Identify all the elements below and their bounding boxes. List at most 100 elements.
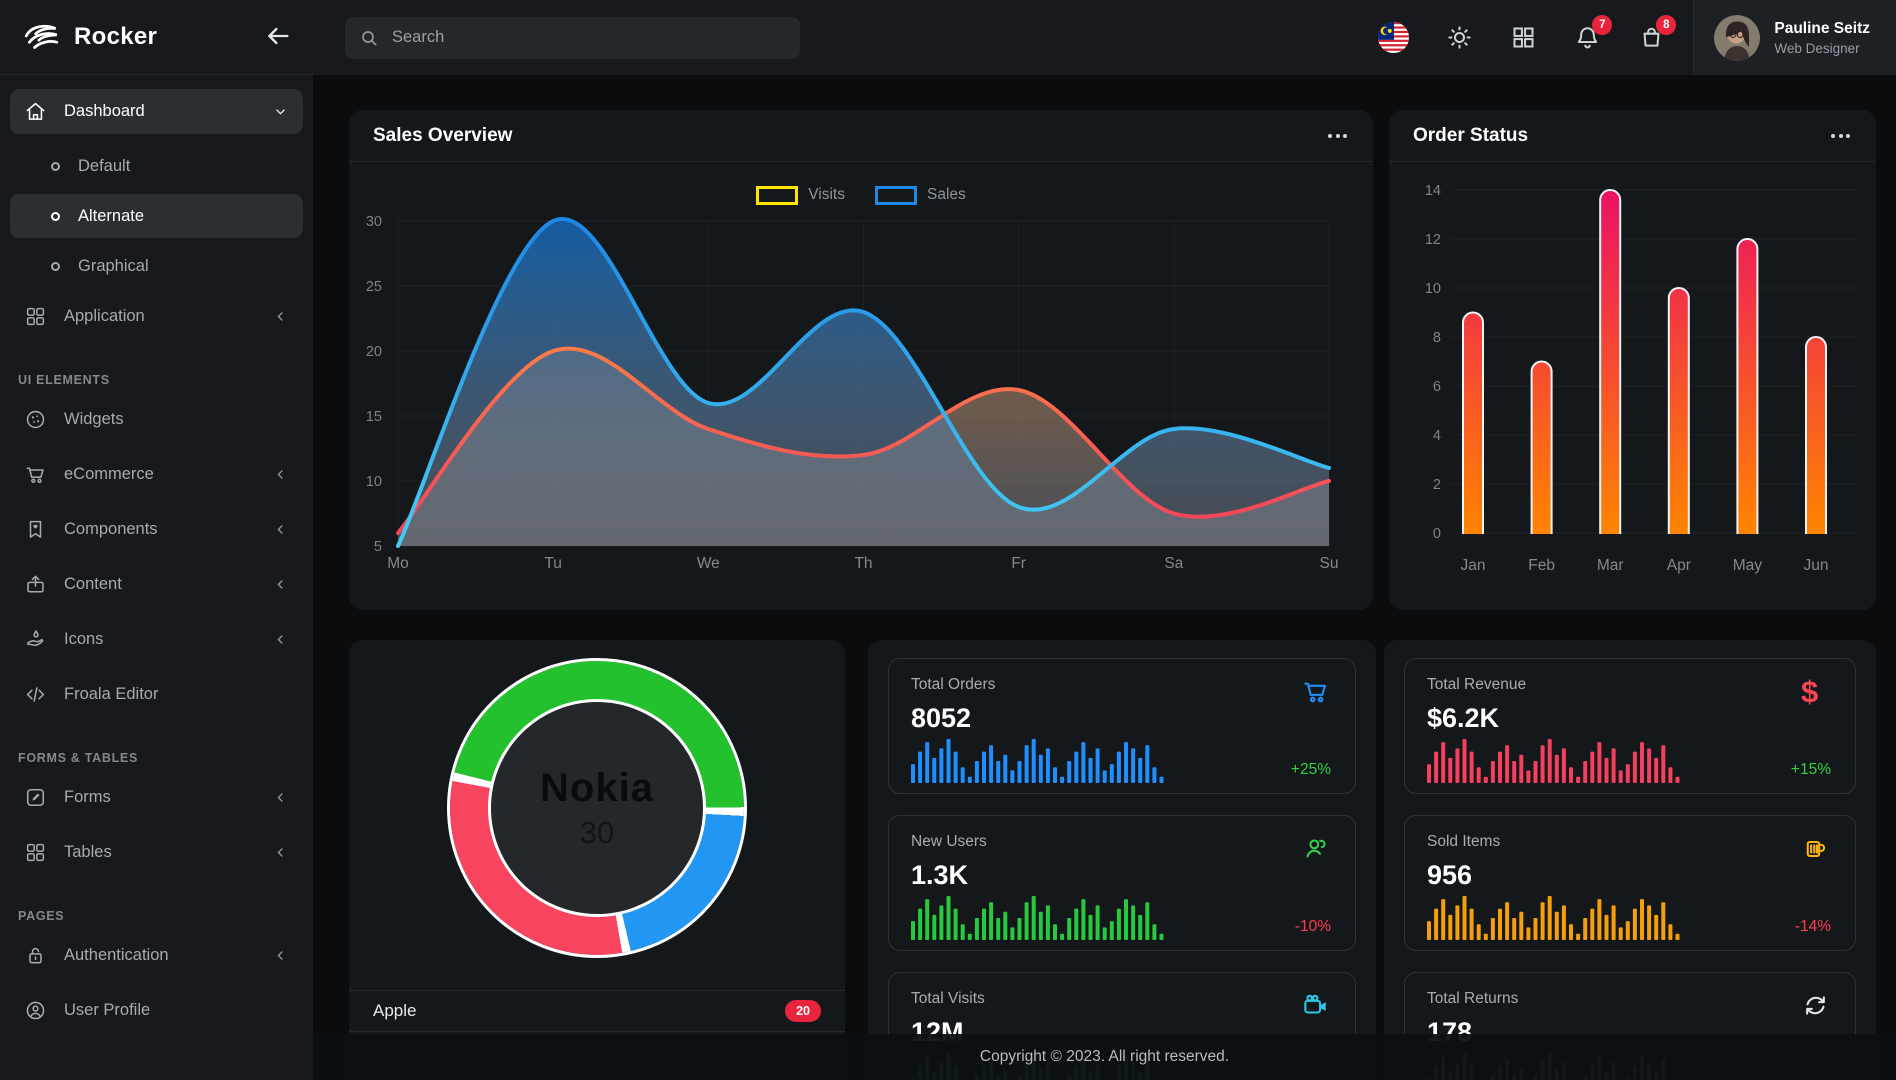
chevron-left-icon bbox=[272, 947, 289, 964]
pencil-square-icon bbox=[24, 786, 47, 809]
person-icon bbox=[1301, 834, 1330, 863]
legend-label-sales: Sales bbox=[927, 186, 966, 204]
circle-icon bbox=[51, 262, 60, 271]
user-menu[interactable]: Pauline Seitz Web Designer bbox=[1693, 0, 1896, 75]
theme-toggle-button[interactable] bbox=[1446, 24, 1473, 51]
stat-value: 1.3K bbox=[911, 860, 1333, 891]
sidebar-collapse-button[interactable] bbox=[263, 22, 293, 52]
ellipsis-icon bbox=[1328, 134, 1332, 138]
stat-value: 8052 bbox=[911, 703, 1333, 734]
svg-text:May: May bbox=[1733, 557, 1763, 574]
notifications-button[interactable]: 7 bbox=[1574, 24, 1601, 51]
stat-delta: +25% bbox=[1291, 761, 1331, 779]
stats-panel-right: Total Revenue $6.2K $ +15% Sold Items 95… bbox=[1384, 640, 1876, 1080]
legend-label-visits: Visits bbox=[808, 186, 845, 204]
sidebar-item-froala-editor[interactable]: Froala Editor bbox=[10, 672, 303, 717]
lock-icon bbox=[24, 944, 47, 967]
donut-center: Nokia 30 bbox=[488, 699, 706, 917]
camera-icon bbox=[1301, 991, 1330, 1020]
stat-delta: -10% bbox=[1295, 918, 1331, 936]
chevron-left-icon bbox=[272, 521, 289, 538]
cart-icon bbox=[1301, 677, 1330, 706]
stat-card-total-orders: Total Orders 8052 +25% bbox=[888, 658, 1356, 794]
svg-text:Th: Th bbox=[854, 555, 872, 572]
stat-delta: +15% bbox=[1791, 761, 1831, 779]
cart-bag-button[interactable]: 8 bbox=[1638, 24, 1665, 51]
stat-card-new-users: New Users 1.3K -10% bbox=[888, 815, 1356, 951]
rocker-logo-icon bbox=[22, 19, 62, 55]
sidebar-item-dashboard[interactable]: Dashboard bbox=[10, 89, 303, 134]
stat-label: Sold Items bbox=[1427, 833, 1833, 851]
sidebar-item-icons[interactable]: Icons bbox=[10, 617, 303, 662]
sales-card-header: Sales Overview bbox=[349, 110, 1373, 162]
legend-item-sales[interactable]: Sales bbox=[875, 186, 966, 205]
apps-grid-button[interactable] bbox=[1510, 24, 1537, 51]
stat-label: Total Revenue bbox=[1427, 676, 1833, 694]
search-input[interactable] bbox=[390, 27, 786, 48]
sidebar-item-content[interactable]: Content bbox=[10, 562, 303, 607]
user-role: Web Designer bbox=[1774, 41, 1870, 56]
svg-text:5: 5 bbox=[374, 539, 382, 555]
stat-card-sold-items: Sold Items 956 -14% bbox=[1404, 815, 1856, 951]
stat-label: Total Visits bbox=[911, 990, 1333, 1008]
sun-icon bbox=[1446, 24, 1473, 51]
svg-text:Mo: Mo bbox=[387, 555, 409, 572]
sidebar-item-application[interactable]: Application bbox=[10, 294, 303, 339]
sidebar-item-forms[interactable]: Forms bbox=[10, 775, 303, 820]
sparkline-chart bbox=[911, 894, 1167, 940]
cookie-icon bbox=[24, 408, 47, 431]
order-card-menu-button[interactable] bbox=[1829, 130, 1852, 142]
sidebar-item-alternate[interactable]: Alternate bbox=[10, 194, 303, 238]
stat-value: $6.2K bbox=[1427, 703, 1833, 734]
legend-item-visits[interactable]: Visits bbox=[756, 186, 845, 205]
sidebar-section-forms-tables: FORMS & TABLES bbox=[10, 727, 303, 775]
topbar-actions: 7 8 bbox=[1378, 22, 1693, 53]
svg-text:Tu: Tu bbox=[544, 555, 562, 572]
stat-value: 956 bbox=[1427, 860, 1833, 891]
sidebar-item-authentication[interactable]: Authentication bbox=[10, 933, 303, 978]
box-arrow-icon bbox=[24, 573, 47, 596]
sidebar-item-graphical[interactable]: Graphical bbox=[10, 244, 303, 288]
flag-icon bbox=[1378, 22, 1409, 53]
sales-card-menu-button[interactable] bbox=[1326, 130, 1349, 142]
home-icon bbox=[24, 100, 47, 123]
donut-center-value: 30 bbox=[580, 815, 614, 851]
svg-text:Jan: Jan bbox=[1461, 557, 1486, 574]
svg-text:Fr: Fr bbox=[1011, 555, 1026, 572]
sidebar-item-ecommerce[interactable]: eCommerce bbox=[10, 452, 303, 497]
order-card-title: Order Status bbox=[1413, 125, 1528, 147]
chevron-left-icon bbox=[272, 789, 289, 806]
donut-list-item-apple[interactable]: Apple 20 bbox=[349, 990, 845, 1032]
svg-text:8: 8 bbox=[1433, 330, 1441, 346]
svg-text:10: 10 bbox=[366, 474, 382, 490]
search-box[interactable] bbox=[345, 17, 800, 59]
svg-text:Su: Su bbox=[1320, 555, 1339, 572]
dashboard-app: Rocker Dashboard Default Alternate Graph… bbox=[0, 0, 1896, 1080]
sidebar-item-tables[interactable]: Tables bbox=[10, 830, 303, 875]
stat-label: Total Orders bbox=[911, 676, 1333, 694]
sidebar-item-widgets[interactable]: Widgets bbox=[10, 397, 303, 442]
sidebar-item-default[interactable]: Default bbox=[10, 144, 303, 188]
svg-text:Apr: Apr bbox=[1667, 557, 1691, 574]
donut-row-badge: 20 bbox=[785, 1000, 821, 1022]
code-icon bbox=[24, 683, 47, 706]
circle-icon bbox=[51, 162, 60, 171]
stats-panel-left: Total Orders 8052 +25% New Users 1.3K -1… bbox=[868, 640, 1376, 1080]
sidebar: Rocker Dashboard Default Alternate Graph… bbox=[0, 0, 313, 1080]
svg-text:30: 30 bbox=[366, 214, 382, 230]
donut-center-label: Nokia bbox=[540, 766, 654, 811]
sales-line-chart: 51015202530MoTuWeThFrSaSu bbox=[349, 206, 1373, 591]
legend-swatch-sales bbox=[875, 186, 917, 205]
cart-icon bbox=[24, 463, 47, 486]
topbar: 7 8 bbox=[313, 0, 1896, 75]
svg-text:Jun: Jun bbox=[1804, 557, 1829, 574]
sidebar-section-ui-elements: UI ELEMENTS bbox=[10, 349, 303, 397]
sidebar-item-components[interactable]: Components bbox=[10, 507, 303, 552]
sidebar-header: Rocker bbox=[0, 0, 313, 75]
stat-label: New Users bbox=[911, 833, 1333, 851]
language-flag-button[interactable] bbox=[1378, 22, 1409, 53]
sidebar-menu: Dashboard Default Alternate Graphical App… bbox=[0, 75, 313, 1033]
dollar-icon: $ bbox=[1801, 674, 1818, 709]
sidebar-item-user-profile[interactable]: User Profile bbox=[10, 988, 303, 1033]
chevron-left-icon bbox=[272, 631, 289, 648]
